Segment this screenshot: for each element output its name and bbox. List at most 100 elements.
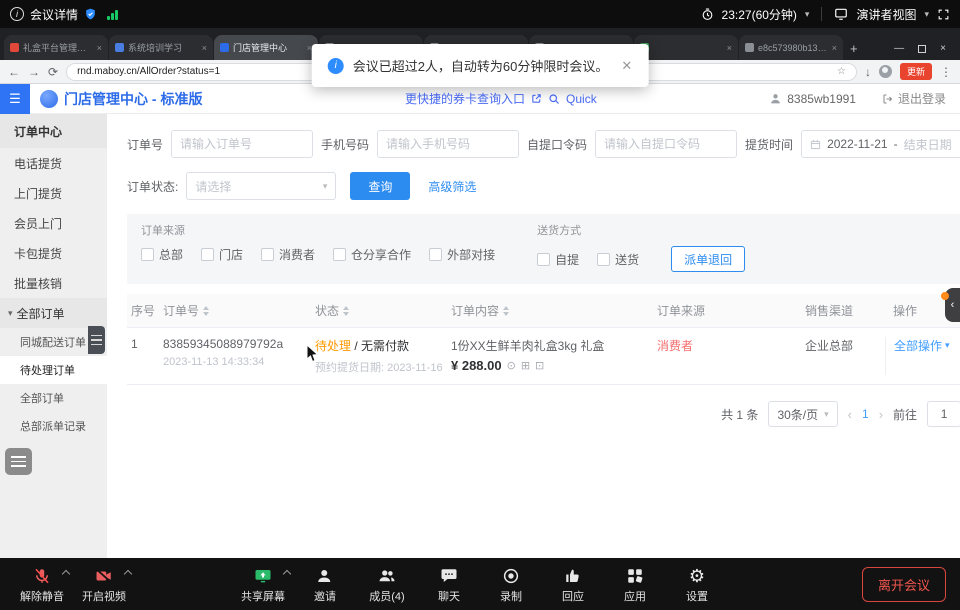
timer-caret-icon[interactable]: ▾	[805, 9, 810, 20]
all-actions-dropdown[interactable]: 全部操作▾	[894, 337, 950, 354]
sort-icon[interactable]	[343, 306, 349, 316]
checkbox-consumer[interactable]: 消费者	[261, 246, 315, 263]
sidebar-item-door-pickup[interactable]: 上门提货	[0, 178, 107, 208]
current-page[interactable]: 1	[862, 407, 869, 421]
gear-icon: ⚙	[689, 567, 705, 585]
note-icon[interactable]: ⊙	[507, 359, 516, 372]
dispatch-return-button[interactable]: 派单退回	[671, 246, 745, 272]
window-maximize-button[interactable]	[918, 45, 926, 53]
browser-menu-icon[interactable]: ⋮	[940, 65, 952, 79]
sidebar-drag-handle[interactable]	[88, 326, 105, 354]
page-size-select[interactable]: 30条/页▾	[768, 401, 837, 427]
window-minimize-button[interactable]: —	[894, 43, 904, 54]
tab-close-icon[interactable]: ×	[97, 43, 102, 53]
reaction-button[interactable]: 回应	[545, 565, 601, 604]
mic-options-caret-icon[interactable]	[62, 569, 70, 577]
checkbox-delivery[interactable]: 送货	[597, 251, 639, 268]
download-icon[interactable]: ↓	[865, 65, 871, 79]
toast-close-icon[interactable]: ✕	[621, 58, 632, 74]
edge-panel-toggle[interactable]: ‹	[945, 288, 960, 322]
pickup-date-range-picker[interactable]: 2022-11-21 - 结束日期	[801, 130, 960, 158]
refresh-icon[interactable]: ⟳	[48, 65, 58, 79]
new-tab-button[interactable]: +	[850, 41, 858, 56]
gift-icon[interactable]: ⊞	[521, 359, 530, 372]
members-button[interactable]: 成员(4)	[359, 565, 415, 604]
sidebar-sub-hq-dispatch[interactable]: 总部派单记录	[0, 412, 107, 440]
prev-page-button[interactable]: ‹	[848, 407, 852, 422]
sidebar-item-batch-verify[interactable]: 批量核销	[0, 268, 107, 298]
col-order-no[interactable]: 订单号	[163, 302, 315, 319]
checkbox-self-pickup[interactable]: 自提	[537, 251, 579, 268]
security-shield-icon[interactable]	[84, 7, 97, 21]
order-status-select[interactable]: 请选择 ▾	[186, 172, 336, 200]
start-video-button[interactable]: 开启视频	[76, 565, 132, 604]
checkbox-warehouse-share[interactable]: 仓分享合作	[333, 246, 411, 263]
brand-title: 门店管理中心 - 标准版	[64, 89, 202, 109]
tab-close-icon[interactable]: ×	[202, 43, 207, 53]
sort-icon[interactable]	[503, 306, 509, 316]
bookmark-star-icon[interactable]: ☆	[837, 66, 846, 77]
goto-page-input[interactable]	[927, 401, 960, 427]
share-screen-button[interactable]: 共享屏幕	[235, 565, 291, 604]
external-link-icon[interactable]	[531, 93, 542, 104]
device-icon[interactable]: ⊡	[535, 359, 544, 372]
back-icon[interactable]: ←	[8, 65, 20, 79]
sidebar-item-member-visit[interactable]: 会员上门	[0, 208, 107, 238]
video-options-caret-icon[interactable]	[124, 569, 132, 577]
checkbox-external[interactable]: 外部对接	[429, 246, 495, 263]
search-icon[interactable]	[548, 93, 560, 105]
browser-update-button[interactable]: 更新	[900, 63, 932, 80]
advanced-filter-link[interactable]: 高级筛选	[428, 178, 476, 195]
unmute-button[interactable]: 解除静音	[14, 565, 70, 604]
quick-label[interactable]: Quick	[566, 92, 597, 106]
thumbs-up-icon	[564, 567, 582, 585]
checkbox-hq[interactable]: 总部	[141, 246, 183, 263]
order-no-input[interactable]	[171, 130, 313, 158]
tab-close-icon[interactable]: ×	[727, 43, 732, 53]
sidebar-sub-pending-orders[interactable]: 待处理订单	[0, 356, 107, 384]
apps-button[interactable]: 应用	[607, 565, 663, 604]
browser-tab[interactable]: ×	[634, 35, 738, 60]
settings-button[interactable]: ⚙ 设置	[669, 565, 725, 604]
sidebar-item-card-pickup[interactable]: 卡包提货	[0, 238, 107, 268]
browser-tab-active[interactable]: 门店管理中心×	[214, 35, 318, 60]
user-account[interactable]: 8385wb1991	[769, 92, 856, 106]
pickup-code-input[interactable]	[595, 130, 737, 158]
browser-tab[interactable]: e8c573980b1328a258fd2e6f ×	[739, 35, 843, 60]
browser-tab[interactable]: 礼盒平台管理中心×	[4, 35, 108, 60]
checkbox-store[interactable]: 门店	[201, 246, 243, 263]
sidebar-group-all-orders[interactable]: ▾ 全部订单	[0, 298, 107, 328]
search-button[interactable]: 查询	[350, 172, 410, 200]
browser-tab[interactable]: 系统培训学习×	[109, 35, 213, 60]
record-button[interactable]: 录制	[483, 565, 539, 604]
col-status[interactable]: 状态	[315, 302, 451, 319]
share-options-caret-icon[interactable]	[283, 569, 291, 577]
cell-content: 1份XX生鲜羊肉礼盒3kg 礼盒 ¥ 288.00 ⊙ ⊞ ⊡	[451, 337, 657, 373]
forward-icon[interactable]: →	[28, 65, 40, 79]
logout-button[interactable]: 退出登录	[882, 90, 946, 107]
phone-input[interactable]	[377, 130, 519, 158]
browser-profile-icon[interactable]	[879, 65, 892, 78]
meeting-info[interactable]: i 会议详情	[10, 6, 118, 23]
chat-button[interactable]: 聊天	[421, 565, 477, 604]
quick-entry-link[interactable]: 更快捷的券卡查询入口	[405, 90, 525, 107]
tab-close-icon[interactable]: ×	[832, 43, 837, 53]
network-signal-icon[interactable]	[107, 9, 118, 20]
window-close-button[interactable]: ×	[940, 43, 946, 54]
fullscreen-icon[interactable]	[937, 8, 950, 21]
pickup-code-label: 自提口令码	[527, 136, 587, 153]
tab-favicon	[220, 43, 229, 52]
meeting-timer[interactable]: 23:27(60分钟)	[722, 6, 797, 23]
sidebar-item-phone-pickup[interactable]: 电话提货	[0, 148, 107, 178]
col-content[interactable]: 订单内容	[451, 302, 657, 319]
sort-icon[interactable]	[203, 306, 209, 316]
tab-title: e8c573980b1328a258fd2e6f	[758, 43, 828, 53]
hamburger-menu-button[interactable]: ☰	[0, 84, 30, 114]
invite-button[interactable]: 邀请	[297, 565, 353, 604]
view-mode-caret-icon[interactable]: ▾	[924, 9, 929, 20]
floating-list-button[interactable]	[5, 448, 32, 475]
leave-meeting-button[interactable]: 离开会议	[862, 567, 946, 602]
view-mode-label[interactable]: 演讲者视图	[856, 6, 916, 23]
next-page-button[interactable]: ›	[879, 407, 883, 422]
sidebar-sub-all-orders[interactable]: 全部订单	[0, 384, 107, 412]
